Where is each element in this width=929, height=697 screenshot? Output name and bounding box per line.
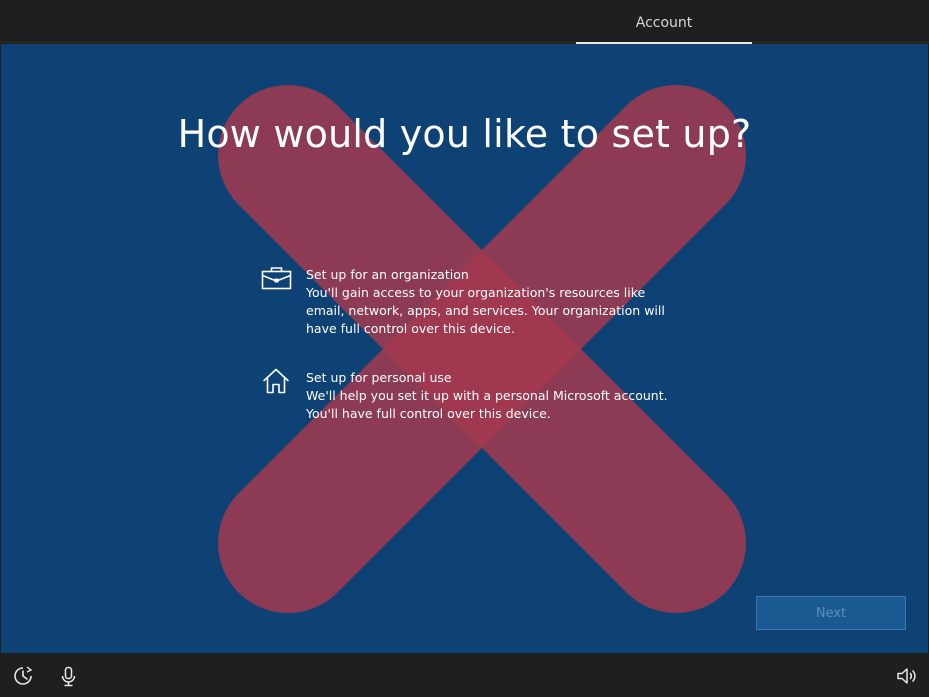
oobe-window: Account How would you like to set up? Se… <box>0 0 929 697</box>
option-organization-description: You'll gain access to your organization'… <box>306 285 665 336</box>
page-title: How would you like to set up? <box>177 112 752 156</box>
option-organization-title: Set up for an organization <box>306 267 469 282</box>
briefcase-icon <box>261 267 292 290</box>
option-personal-description: We'll help you set it up with a personal… <box>306 388 668 421</box>
top-bar: Account <box>0 0 929 44</box>
home-icon <box>262 368 290 394</box>
main-panel: How would you like to set up? Set up for… <box>1 44 928 653</box>
microphone-icon[interactable] <box>58 665 80 687</box>
tab-account[interactable]: Account <box>576 0 752 44</box>
bottom-bar <box>0 655 929 697</box>
ease-of-access-icon[interactable] <box>12 665 34 687</box>
volume-icon[interactable] <box>895 665 917 687</box>
option-personal-title: Set up for personal use <box>306 370 452 385</box>
next-button[interactable]: Next <box>756 596 906 630</box>
